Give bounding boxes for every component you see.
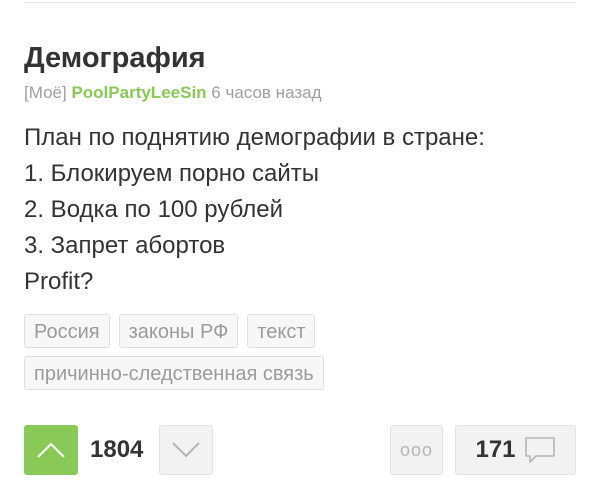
post-time: 6 часов назад	[211, 83, 322, 102]
post-title[interactable]: Демография	[24, 40, 576, 76]
tag-russia[interactable]: Россия	[24, 314, 110, 348]
speech-bubble-icon	[524, 437, 555, 463]
comments-button[interactable]: 171	[455, 425, 576, 475]
tag-causality[interactable]: причинно-следственная связь	[24, 356, 324, 390]
chevron-up-icon	[37, 442, 65, 458]
post-meta: [Моё] PoolPartyLeeSin 6 часов назад	[24, 82, 576, 104]
community-label[interactable]: [Моё]	[24, 83, 67, 102]
tag-laws[interactable]: законы РФ	[118, 314, 239, 348]
post-card: Демография [Моё] PoolPartyLeeSin 6 часов…	[24, 40, 576, 390]
post-body-line: План по поднятию демографии в стране:	[24, 124, 485, 151]
downvote-button[interactable]	[159, 425, 213, 475]
tag-text[interactable]: текст	[247, 314, 316, 348]
tag-list: Россия законы РФ текст причинно-следстве…	[24, 314, 444, 390]
post-body-line: 1. Блокируем порно сайты	[24, 160, 319, 187]
chevron-down-icon	[172, 442, 200, 458]
comments-count: 171	[475, 436, 516, 463]
author-link[interactable]: PoolPartyLeeSin	[71, 83, 206, 102]
more-button[interactable]: ooo	[390, 425, 443, 475]
top-divider	[24, 2, 576, 3]
post-body: План по поднятию демографии в стране: 1.…	[24, 120, 576, 300]
post-body-line: 3. Запрет абортов	[24, 232, 226, 259]
upvote-button[interactable]	[24, 425, 78, 475]
post-body-line: 2. Водка по 100 рублей	[24, 196, 284, 223]
rating-count: 1804	[90, 436, 144, 463]
post-body-line: Profit?	[24, 268, 94, 295]
post-actions: 1804 ooo 171	[24, 425, 576, 475]
